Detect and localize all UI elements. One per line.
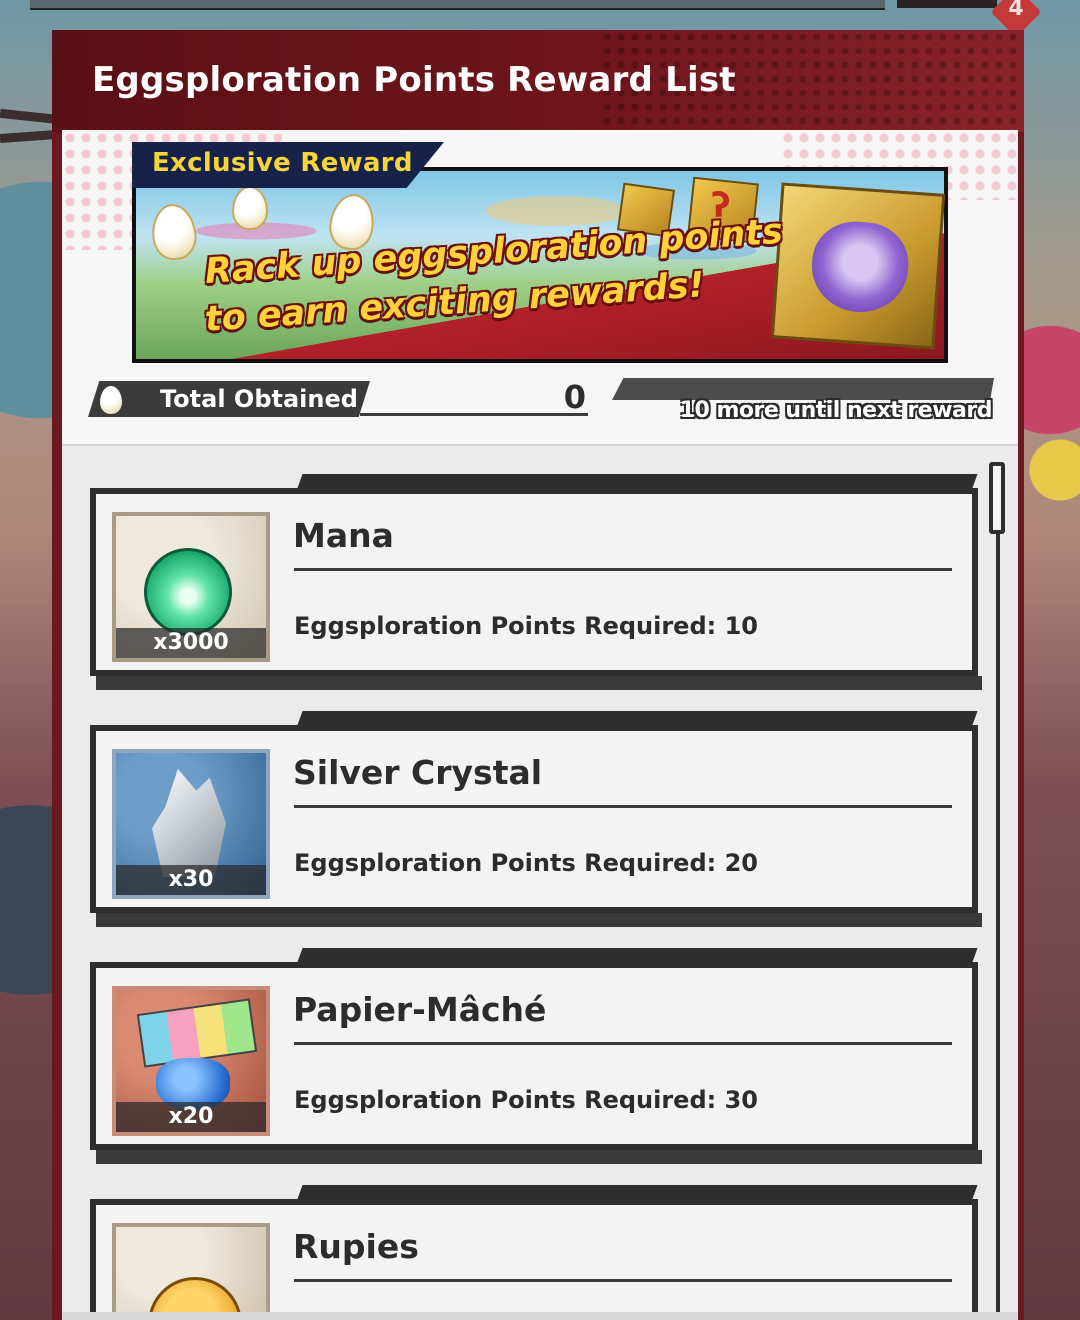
modal-title: Eggsploration Points Reward List (92, 60, 736, 100)
scrollbar-thumb[interactable] (989, 462, 1005, 534)
reward-requirement: Eggsploration Points Required: 30 (294, 1086, 758, 1114)
reward-progress-bar (612, 378, 994, 400)
exclusive-reward-label: Exclusive Reward (152, 148, 413, 178)
item-quantity: x20 (168, 1104, 214, 1129)
reward-name-rule (294, 805, 952, 808)
rupies-item-tile (112, 1223, 270, 1320)
reward-name: Silver Crystal (293, 753, 543, 792)
silver-crystal-item-tile: x30 (112, 749, 270, 899)
top-bar (30, 0, 885, 10)
total-obtained-label: Total Obtained (160, 385, 358, 413)
silver-crystal-icon (152, 769, 226, 877)
mana-item-tile: x3000 (112, 512, 270, 662)
reward-name: Mana (293, 516, 394, 555)
card-top-edge (297, 1185, 978, 1199)
reward-name: Papier-Mâché (293, 990, 547, 1029)
total-obtained-value: 0 (563, 378, 586, 416)
section-divider (62, 444, 1018, 446)
reward-name: Rupies (293, 1227, 419, 1266)
card-shadow (96, 1150, 982, 1164)
egg-icon (232, 186, 268, 230)
notification-badge-count: 4 (1008, 0, 1024, 21)
item-quantity: x30 (168, 867, 214, 892)
panel-bottom-edge (62, 1312, 1018, 1320)
reward-requirement: Eggsploration Points Required: 20 (294, 849, 758, 877)
reward-name-rule (294, 1279, 952, 1282)
reward-requirement: Eggsploration Points Required: 10 (294, 612, 758, 640)
top-bar-right (897, 0, 997, 8)
card-shadow (96, 676, 982, 690)
card-top-edge (297, 474, 978, 488)
scrollbar-track[interactable] (996, 470, 1000, 1315)
card-top-edge (297, 711, 978, 725)
next-reward-text: 10 more until next reward (679, 398, 993, 423)
card-shadow (96, 913, 982, 927)
reward-name-rule (294, 1042, 952, 1045)
egg-icon (100, 386, 122, 414)
papier-mache-item-tile: x20 (112, 986, 270, 1136)
mana-orb-icon (144, 548, 232, 636)
item-quantity: x3000 (153, 630, 229, 655)
card-top-edge (297, 948, 978, 962)
reward-name-rule (294, 568, 952, 571)
